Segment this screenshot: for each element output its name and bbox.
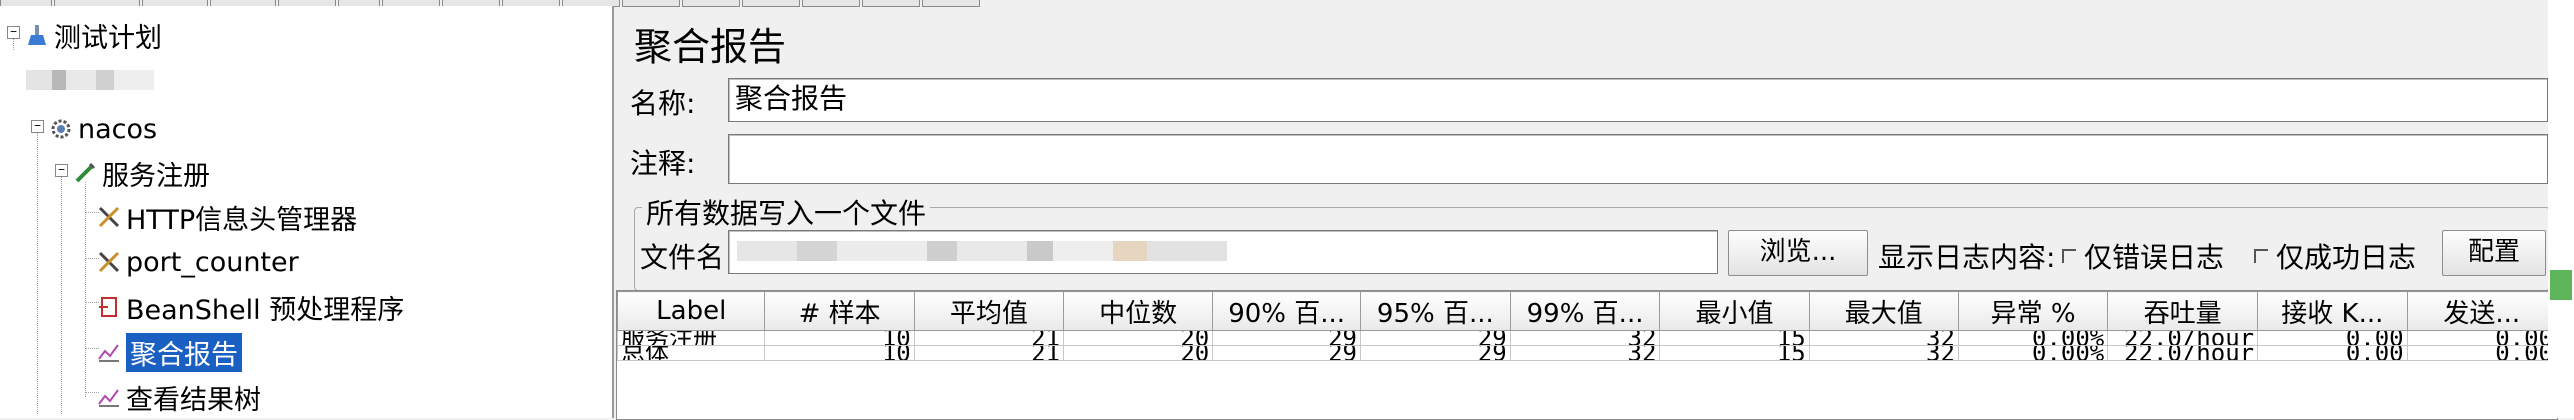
- table-cell: 32: [1808, 345, 1959, 361]
- table-cell: 29: [1212, 345, 1361, 361]
- table-cell: 22.0/hour: [2107, 345, 2259, 361]
- column-header[interactable]: 90% 百...: [1212, 291, 1361, 331]
- tree-connector: [85, 182, 86, 397]
- tree-node-view-results-tree[interactable]: 查看结果树: [96, 376, 261, 418]
- column-header[interactable]: 最大值: [1808, 291, 1959, 331]
- tree-node-beanshell-preprocessor[interactable]: BeanShell 预处理程序: [96, 286, 404, 328]
- table-cell: 20: [1063, 330, 1214, 346]
- listener-chart-icon: [98, 389, 119, 407]
- table-cell: 0.00: [2257, 330, 2408, 346]
- column-header[interactable]: 最小值: [1659, 291, 1810, 331]
- table-cell: 总体: [617, 345, 766, 361]
- redacted-node: [26, 70, 166, 92]
- column-header[interactable]: # 样本: [764, 291, 915, 331]
- table-cell: 0.00%: [1957, 345, 2109, 361]
- tree-connector: [37, 124, 38, 414]
- table-cell: 29: [1360, 345, 1511, 361]
- listener-chart-icon: [98, 344, 119, 362]
- success-only-checkbox[interactable]: 仅成功日志: [2254, 236, 2416, 276]
- tree-node-label: 查看结果树: [126, 384, 261, 416]
- table-cell: 0.00: [2257, 345, 2408, 361]
- table-cell: 15: [1659, 345, 1810, 361]
- column-header[interactable]: 接收 K...: [2257, 291, 2408, 331]
- tree-node-label-selected: 聚合报告: [126, 332, 242, 372]
- table-body: 服务注册 10 21 20 29 29 32 15 32 0.00% 22.0/hour 0.00 0.…: [617, 330, 2557, 361]
- table-cell: 29: [1360, 330, 1511, 346]
- table-cell: 15: [1659, 330, 1810, 346]
- test-plan-tree[interactable]: − 测试计划 − nacos − 服务注册 HTTP信息头管理器 port_co…: [0, 6, 614, 418]
- table-cell: 10: [764, 345, 915, 361]
- column-header[interactable]: 平均值: [913, 291, 1065, 331]
- table-cell: 服务注册: [617, 330, 766, 346]
- collapse-toggle-icon[interactable]: −: [7, 26, 20, 39]
- groupbox-title: 所有数据写入一个文件: [642, 192, 931, 232]
- checkbox-icon: [2254, 249, 2268, 263]
- collapse-toggle-icon[interactable]: −: [55, 164, 68, 177]
- name-label: 名称:: [630, 87, 696, 120]
- tree-node-label: HTTP信息头管理器: [126, 204, 358, 236]
- log-display-label: 显示日志内容:: [1878, 241, 2056, 274]
- thread-group-gear-icon: [51, 119, 71, 139]
- test-plan-icon: [28, 25, 46, 45]
- collapse-toggle-icon[interactable]: −: [31, 120, 44, 133]
- column-header[interactable]: 异常 %: [1957, 291, 2109, 331]
- column-header[interactable]: Label: [617, 291, 766, 331]
- name-field[interactable]: 聚合报告: [728, 78, 2548, 122]
- adjacent-window-edge: [2548, 0, 2574, 418]
- tools-cross-icon: [98, 206, 120, 228]
- table-cell: 10: [764, 330, 915, 346]
- tree-node-service-register[interactable]: 服务注册: [72, 152, 210, 194]
- comment-field[interactable]: [728, 134, 2548, 184]
- errors-only-label: 仅错误日志: [2084, 241, 2225, 274]
- table-row[interactable]: 总体 10 21 20 29 29 32 15 32 0.00% 22.0/hour 0.00 0.00: [617, 345, 2557, 361]
- tree-connector: [61, 168, 62, 414]
- table-cell: 0.00%: [1957, 330, 2109, 346]
- table-row[interactable]: 服务注册 10 21 20 29 29 32 15 32 0.00% 22.0/hour 0.00 0.…: [617, 330, 2557, 346]
- preprocessor-icon: [99, 297, 117, 317]
- column-header[interactable]: 中位数: [1063, 291, 1214, 331]
- success-only-label: 仅成功日志: [2276, 241, 2417, 274]
- tree-node-http-header-manager[interactable]: HTTP信息头管理器: [96, 196, 357, 238]
- adjacent-window-fragment: [2550, 270, 2572, 300]
- tree-node-label: BeanShell 预处理程序: [126, 294, 405, 326]
- panel-title: 聚合报告: [634, 25, 787, 69]
- table-header-row: Label # 样本 平均值 中位数 90% 百... 95% 百... 99% 百... 最…: [617, 291, 2557, 331]
- tree-node-port-counter[interactable]: port_counter: [96, 241, 299, 283]
- tree-node-aggregate-report[interactable]: 聚合报告: [96, 331, 242, 373]
- column-header[interactable]: 99% 百...: [1509, 291, 1661, 331]
- table-cell: 32: [1509, 345, 1661, 361]
- table-cell: 32: [1509, 330, 1661, 346]
- filename-label: 文件名: [640, 241, 725, 274]
- sampler-pipette-icon: [75, 162, 96, 183]
- errors-only-checkbox[interactable]: 仅错误日志: [2062, 236, 2224, 276]
- table-cell: 29: [1212, 330, 1361, 346]
- aggregate-results-table[interactable]: Label # 样本 平均值 中位数 90% 百... 95% 百... 99% 百... 最…: [616, 290, 2558, 420]
- filename-field[interactable]: [728, 230, 1718, 274]
- comment-label: 注释:: [630, 147, 696, 180]
- tree-node-label: 测试计划: [54, 22, 162, 54]
- table-cell: 32: [1808, 330, 1959, 346]
- tree-node-label: nacos: [78, 113, 158, 145]
- checkbox-icon: [2062, 249, 2076, 263]
- table-cell: 22.0/hour: [2107, 330, 2259, 346]
- table-cell: 21: [913, 345, 1065, 361]
- results-table: Label # 样本 平均值 中位数 90% 百... 95% 百... 99% 百... 最…: [617, 291, 2557, 361]
- tree-node-label: 服务注册: [102, 160, 210, 192]
- tools-cross-icon: [98, 251, 120, 273]
- configure-button[interactable]: 配置: [2442, 230, 2546, 276]
- redacted-path: [737, 241, 1227, 261]
- table-cell: 0.00: [2406, 345, 2557, 361]
- tree-node-nacos[interactable]: nacos: [48, 108, 157, 150]
- column-header[interactable]: 发送...: [2406, 291, 2557, 331]
- tree-node-test-plan[interactable]: 测试计划: [24, 14, 162, 56]
- browse-button[interactable]: 浏览...: [1728, 230, 1868, 276]
- column-header[interactable]: 吞吐量: [2107, 291, 2259, 331]
- table-cell: 20: [1063, 345, 1214, 361]
- aggregate-report-panel: 聚合报告 名称: 聚合报告 注释: 所有数据写入一个文件 文件名 浏览... 显…: [616, 6, 2574, 420]
- column-header[interactable]: 95% 百...: [1360, 291, 1511, 331]
- tree-node-label: port_counter: [126, 246, 299, 278]
- table-cell: 21: [913, 330, 1065, 346]
- table-cell: 0.00: [2406, 330, 2557, 346]
